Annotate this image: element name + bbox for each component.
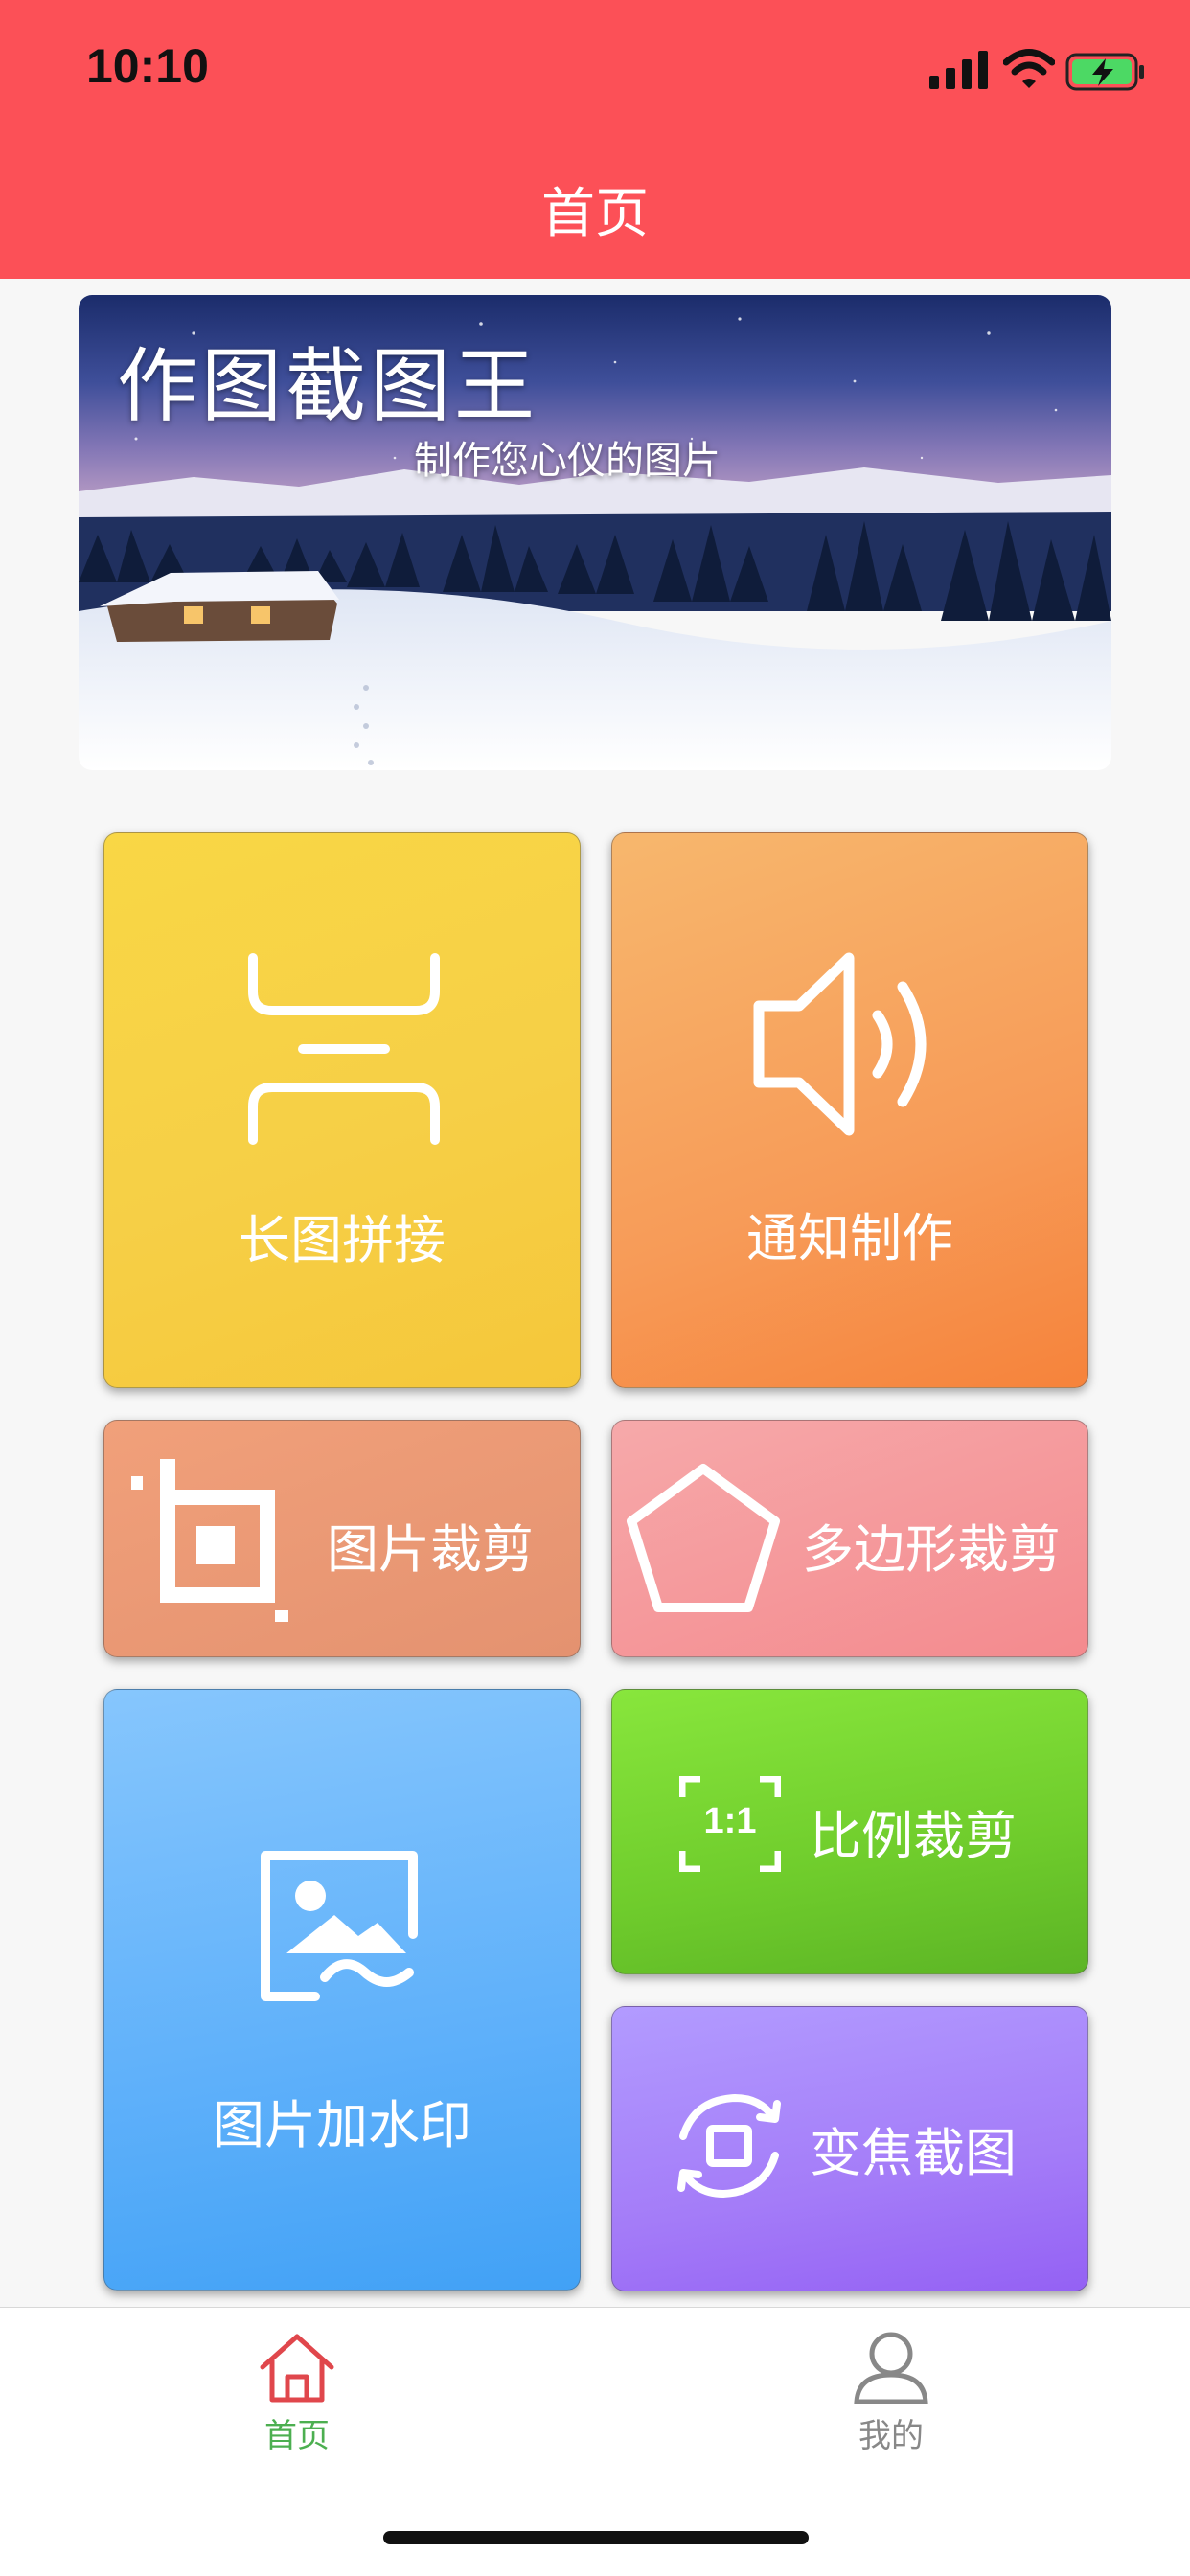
crop-icon (131, 1459, 288, 1622)
tile-polygon-crop[interactable]: 多边形裁剪 (611, 1420, 1088, 1657)
battery-charging-icon (1065, 53, 1144, 91)
banner-subtitle: 制作您心仪的图片 (414, 439, 721, 483)
long-image-stitch-icon (248, 953, 440, 1145)
wifi-icon (1003, 49, 1055, 88)
zoom-rotate-icon (677, 2094, 781, 2198)
top-bar: 10:10 首页 (0, 0, 1190, 279)
tab-label: 首页 (264, 2417, 330, 2455)
banner-title: 作图截图王 (117, 339, 539, 433)
tile-label: 通知制作 (746, 1208, 953, 1268)
tile-long-image-stitch[interactable]: 长图拼接 (103, 832, 581, 1388)
tile-image-watermark[interactable]: 图片加水印 (103, 1689, 581, 2291)
tile-label: 长图拼接 (239, 1210, 446, 1270)
pentagon-icon (627, 1464, 780, 1612)
home-icon (260, 2334, 334, 2403)
status-time: 10:10 (86, 39, 209, 93)
image-watermark-icon (261, 1851, 418, 2001)
tile-ratio-crop[interactable]: 1:1 比例裁剪 (611, 1689, 1088, 1974)
home-indicator (383, 2531, 809, 2544)
tile-notice-maker[interactable]: 通知制作 (611, 832, 1088, 1388)
tile-label: 变焦截图 (810, 2123, 1017, 2183)
tab-label: 我的 (858, 2417, 924, 2455)
tile-image-crop[interactable]: 图片裁剪 (103, 1420, 581, 1657)
tile-zoom-screenshot[interactable]: 变焦截图 (611, 2006, 1088, 2291)
page-title: 首页 (541, 183, 649, 245)
banner-image[interactable]: 作图截图王 制作您心仪的图片 (79, 295, 1111, 770)
ratio-1-1-icon: 1:1 (679, 1776, 781, 1872)
speaker-icon (753, 952, 927, 1136)
tile-label: 图片加水印 (213, 2095, 471, 2155)
tab-me[interactable]: 我的 (747, 2308, 1035, 2461)
ratio-icon-text: 1:1 (703, 1801, 757, 1841)
tab-home[interactable]: 首页 (153, 2308, 441, 2461)
tile-label: 多边形裁剪 (802, 1519, 1061, 1580)
tile-label: 比例裁剪 (810, 1806, 1017, 1866)
user-icon (854, 2332, 928, 2404)
tile-label: 图片裁剪 (327, 1519, 534, 1580)
cellular-signal-icon (929, 51, 988, 89)
